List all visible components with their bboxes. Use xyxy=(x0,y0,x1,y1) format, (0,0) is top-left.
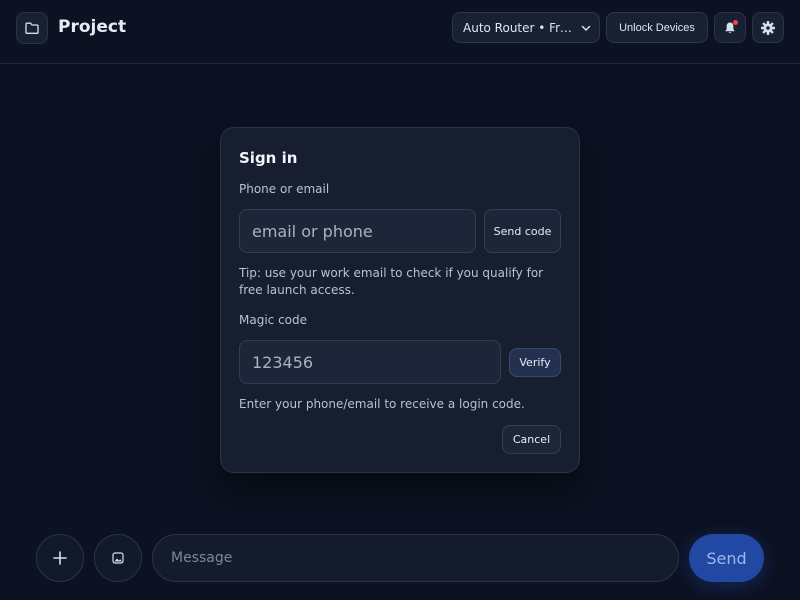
hint-text: Enter your phone/email to receive a logi… xyxy=(239,397,525,411)
model-selector[interactable]: Auto Router • Free ... xyxy=(452,12,600,43)
plus-icon xyxy=(53,551,67,565)
notification-dot xyxy=(733,20,738,25)
send-button[interactable]: Send xyxy=(689,534,764,582)
folder-icon xyxy=(25,22,39,34)
folder-button[interactable] xyxy=(16,12,48,44)
add-button[interactable] xyxy=(36,534,84,582)
cancel-button[interactable]: Cancel xyxy=(502,425,561,454)
dialog-title: Sign in xyxy=(239,149,298,167)
page-title: Project xyxy=(58,17,127,37)
code-label: Magic code xyxy=(239,313,308,327)
gear-icon xyxy=(761,20,775,35)
magic-code-input[interactable] xyxy=(239,340,501,384)
model-selector-label: Auto Router • Free ... xyxy=(463,20,577,35)
identifier-label: Phone or email xyxy=(239,182,330,196)
image-icon xyxy=(112,552,124,564)
tip-text: Tip: use your work email to check if you… xyxy=(239,266,544,297)
message-input[interactable] xyxy=(152,534,679,582)
email-or-phone-input[interactable] xyxy=(239,209,476,253)
top-bar: Project Auto Router • Free ... Unlock De… xyxy=(0,0,800,64)
send-code-button[interactable]: Send code xyxy=(484,209,561,253)
chevron-down-icon xyxy=(581,25,591,31)
verify-button[interactable]: Verify xyxy=(509,348,561,377)
sign-in-dialog: Sign in Phone or email Send code Tip: us… xyxy=(220,127,580,473)
attach-image-button[interactable] xyxy=(94,534,142,582)
settings-button[interactable] xyxy=(752,12,784,43)
notifications-button[interactable] xyxy=(714,12,746,43)
unlock-devices-button[interactable]: Unlock Devices xyxy=(606,12,708,43)
